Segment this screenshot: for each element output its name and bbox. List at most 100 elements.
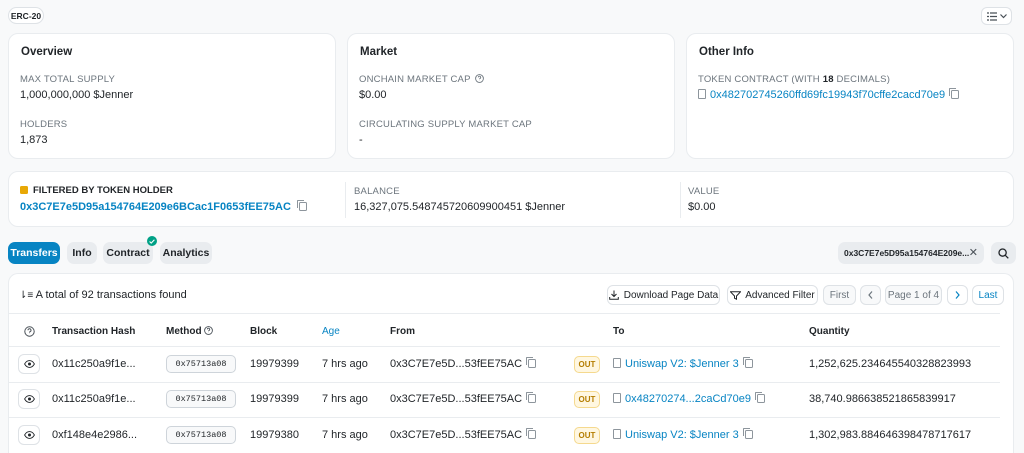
contract-label: TOKEN CONTRACT (WITH 18 DECIMALS) [698, 74, 891, 85]
info-icon[interactable] [204, 326, 214, 335]
search-button[interactable] [991, 242, 1016, 264]
contract-address-link[interactable]: 0x482702745260ffd69fc19943f70cffe2cacd70… [710, 89, 945, 101]
quantity-value: 38,740.986638521865839917 [809, 393, 956, 405]
tab-analytics[interactable]: Analytics [160, 242, 212, 264]
method-badge: 0x75713a08 [166, 355, 236, 373]
holders-label: HOLDERS [20, 119, 68, 130]
circ-cap-label: CIRCULATING SUPPLY MARKET CAP [359, 119, 532, 130]
method-badge: 0x75713a08 [166, 426, 236, 444]
market-card: Market ONCHAIN MARKET CAP $0.00 CIRCULAT… [347, 33, 675, 159]
to-address: Uniswap V2: $Jenner 3 [613, 428, 753, 441]
eye-icon [23, 395, 35, 403]
tx-hash-link[interactable]: 0x11c250a9f1e... [52, 358, 136, 370]
prev-page-button[interactable] [860, 285, 881, 305]
wallet-icon [20, 186, 28, 194]
verified-check-icon [147, 236, 157, 246]
search-icon [998, 247, 1009, 259]
col-header-tx-hash: Transaction Hash [52, 326, 136, 337]
from-address: 0x3C7E7e5D...53fEE75AC [390, 357, 537, 370]
block-link[interactable]: 19979380 [250, 429, 299, 441]
filter-address-link[interactable]: 0x3C7E7e5D95a154764E209e6BCac1F0653fEE75… [20, 201, 291, 213]
filter-address-row: 0x3C7E7e5D95a154764E209e6BCac1F0653fEE75… [20, 200, 307, 213]
close-icon[interactable]: ✕ [969, 246, 978, 259]
value-value: $0.00 [688, 201, 716, 213]
view-details-button[interactable] [18, 354, 40, 374]
contract-file-icon [613, 429, 621, 439]
to-address: Uniswap V2: $Jenner 3 [613, 357, 753, 370]
copy-icon[interactable] [742, 357, 753, 368]
contract-decimals: 18 [822, 74, 834, 85]
tab-transfers[interactable]: Transfers [8, 242, 60, 264]
page-indicator: Page 1 of 4 [885, 285, 942, 305]
filter-chip-value: 0x3C7E7e5D95a154764E209e... [844, 248, 970, 258]
quantity-value: 1,302,983.884646398478717617 [809, 429, 972, 441]
copy-icon[interactable] [526, 392, 537, 403]
quantity-value: 1,252,625.234645540328823993 [809, 358, 972, 370]
copy-icon[interactable] [526, 357, 537, 368]
divider [8, 382, 1000, 383]
from-address: 0x3C7E7e5D...53fEE75AC [390, 428, 537, 441]
view-options-button[interactable] [981, 7, 1012, 25]
age-value: 7 hrs ago [322, 429, 368, 441]
other-info-card: Other Info TOKEN CONTRACT (WITH 18 DECIM… [686, 33, 1014, 159]
total-text-row: ⇂≡ A total of 92 transactions found [19, 289, 187, 301]
contract-file-icon [613, 358, 621, 368]
token-standard-label: ERC-20 [10, 10, 42, 21]
first-page-button[interactable]: First [823, 285, 856, 305]
divider [8, 346, 1000, 347]
sort-icon: ⇂≡ [19, 290, 34, 301]
circ-cap-value: - [359, 134, 363, 146]
view-details-button[interactable] [18, 425, 40, 445]
list-settings-icon [986, 11, 997, 21]
divider [345, 182, 346, 218]
direction-badge: OUT [574, 356, 600, 373]
col-header-quantity: Quantity [809, 326, 850, 337]
tab-info[interactable]: Info [67, 242, 97, 264]
advanced-filter-button[interactable]: Advanced Filter [727, 285, 818, 305]
copy-icon[interactable] [755, 392, 765, 403]
download-icon [608, 290, 619, 300]
col-header-from: From [390, 326, 415, 337]
balance-label: BALANCE [354, 186, 400, 197]
age-value: 7 hrs ago [322, 358, 368, 370]
copy-icon[interactable] [949, 88, 960, 99]
divider [680, 182, 681, 218]
direction-badge: OUT [574, 391, 600, 408]
info-icon[interactable] [475, 74, 485, 83]
method-badge: 0x75713a08 [166, 390, 236, 408]
col-header-age[interactable]: Age [322, 326, 340, 337]
help-circle-icon[interactable] [24, 326, 35, 337]
balance-value: 16,327,075.548745720609900451 $Jenner [354, 201, 566, 213]
contract-file-icon [613, 393, 621, 403]
value-label: VALUE [688, 186, 720, 197]
filter-label-row: FILTERED BY TOKEN HOLDER [20, 185, 173, 196]
from-address: 0x3C7E7e5D...53fEE75AC [390, 392, 537, 405]
to-address: 0x48270274...2caCd70e9 [613, 392, 765, 405]
age-value: 7 hrs ago [322, 393, 368, 405]
tx-hash-link[interactable]: 0xf148e4e2986... [52, 429, 137, 441]
direction-badge: OUT [574, 427, 600, 444]
copy-icon[interactable] [296, 200, 307, 211]
total-transactions-text: A total of 92 transactions found [35, 289, 187, 301]
chevron-right-icon [955, 291, 960, 299]
onchain-cap-label: ONCHAIN MARKET CAP [359, 74, 485, 85]
divider [8, 417, 1000, 418]
view-details-button[interactable] [18, 389, 40, 409]
next-page-button[interactable] [947, 285, 968, 305]
copy-icon[interactable] [742, 428, 753, 439]
download-page-data-button[interactable]: Download Page Data [607, 285, 720, 305]
contract-file-icon [698, 89, 706, 99]
onchain-cap-value: $0.00 [359, 89, 387, 101]
tab-contract[interactable]: Contract [103, 236, 157, 264]
tx-hash-link[interactable]: 0x11c250a9f1e... [52, 393, 136, 405]
divider [8, 313, 1000, 314]
last-page-button[interactable]: Last [972, 285, 1004, 305]
col-header-method: Method [166, 326, 214, 337]
block-link[interactable]: 19979399 [250, 393, 299, 405]
other-info-title: Other Info [699, 46, 754, 58]
token-standard-badge: ERC-20 [8, 7, 44, 24]
copy-icon[interactable] [526, 428, 537, 439]
contract-address-row: 0x482702745260ffd69fc19943f70cffe2cacd70… [698, 88, 960, 101]
block-link[interactable]: 19979399 [250, 358, 299, 370]
col-header-block: Block [250, 326, 278, 337]
